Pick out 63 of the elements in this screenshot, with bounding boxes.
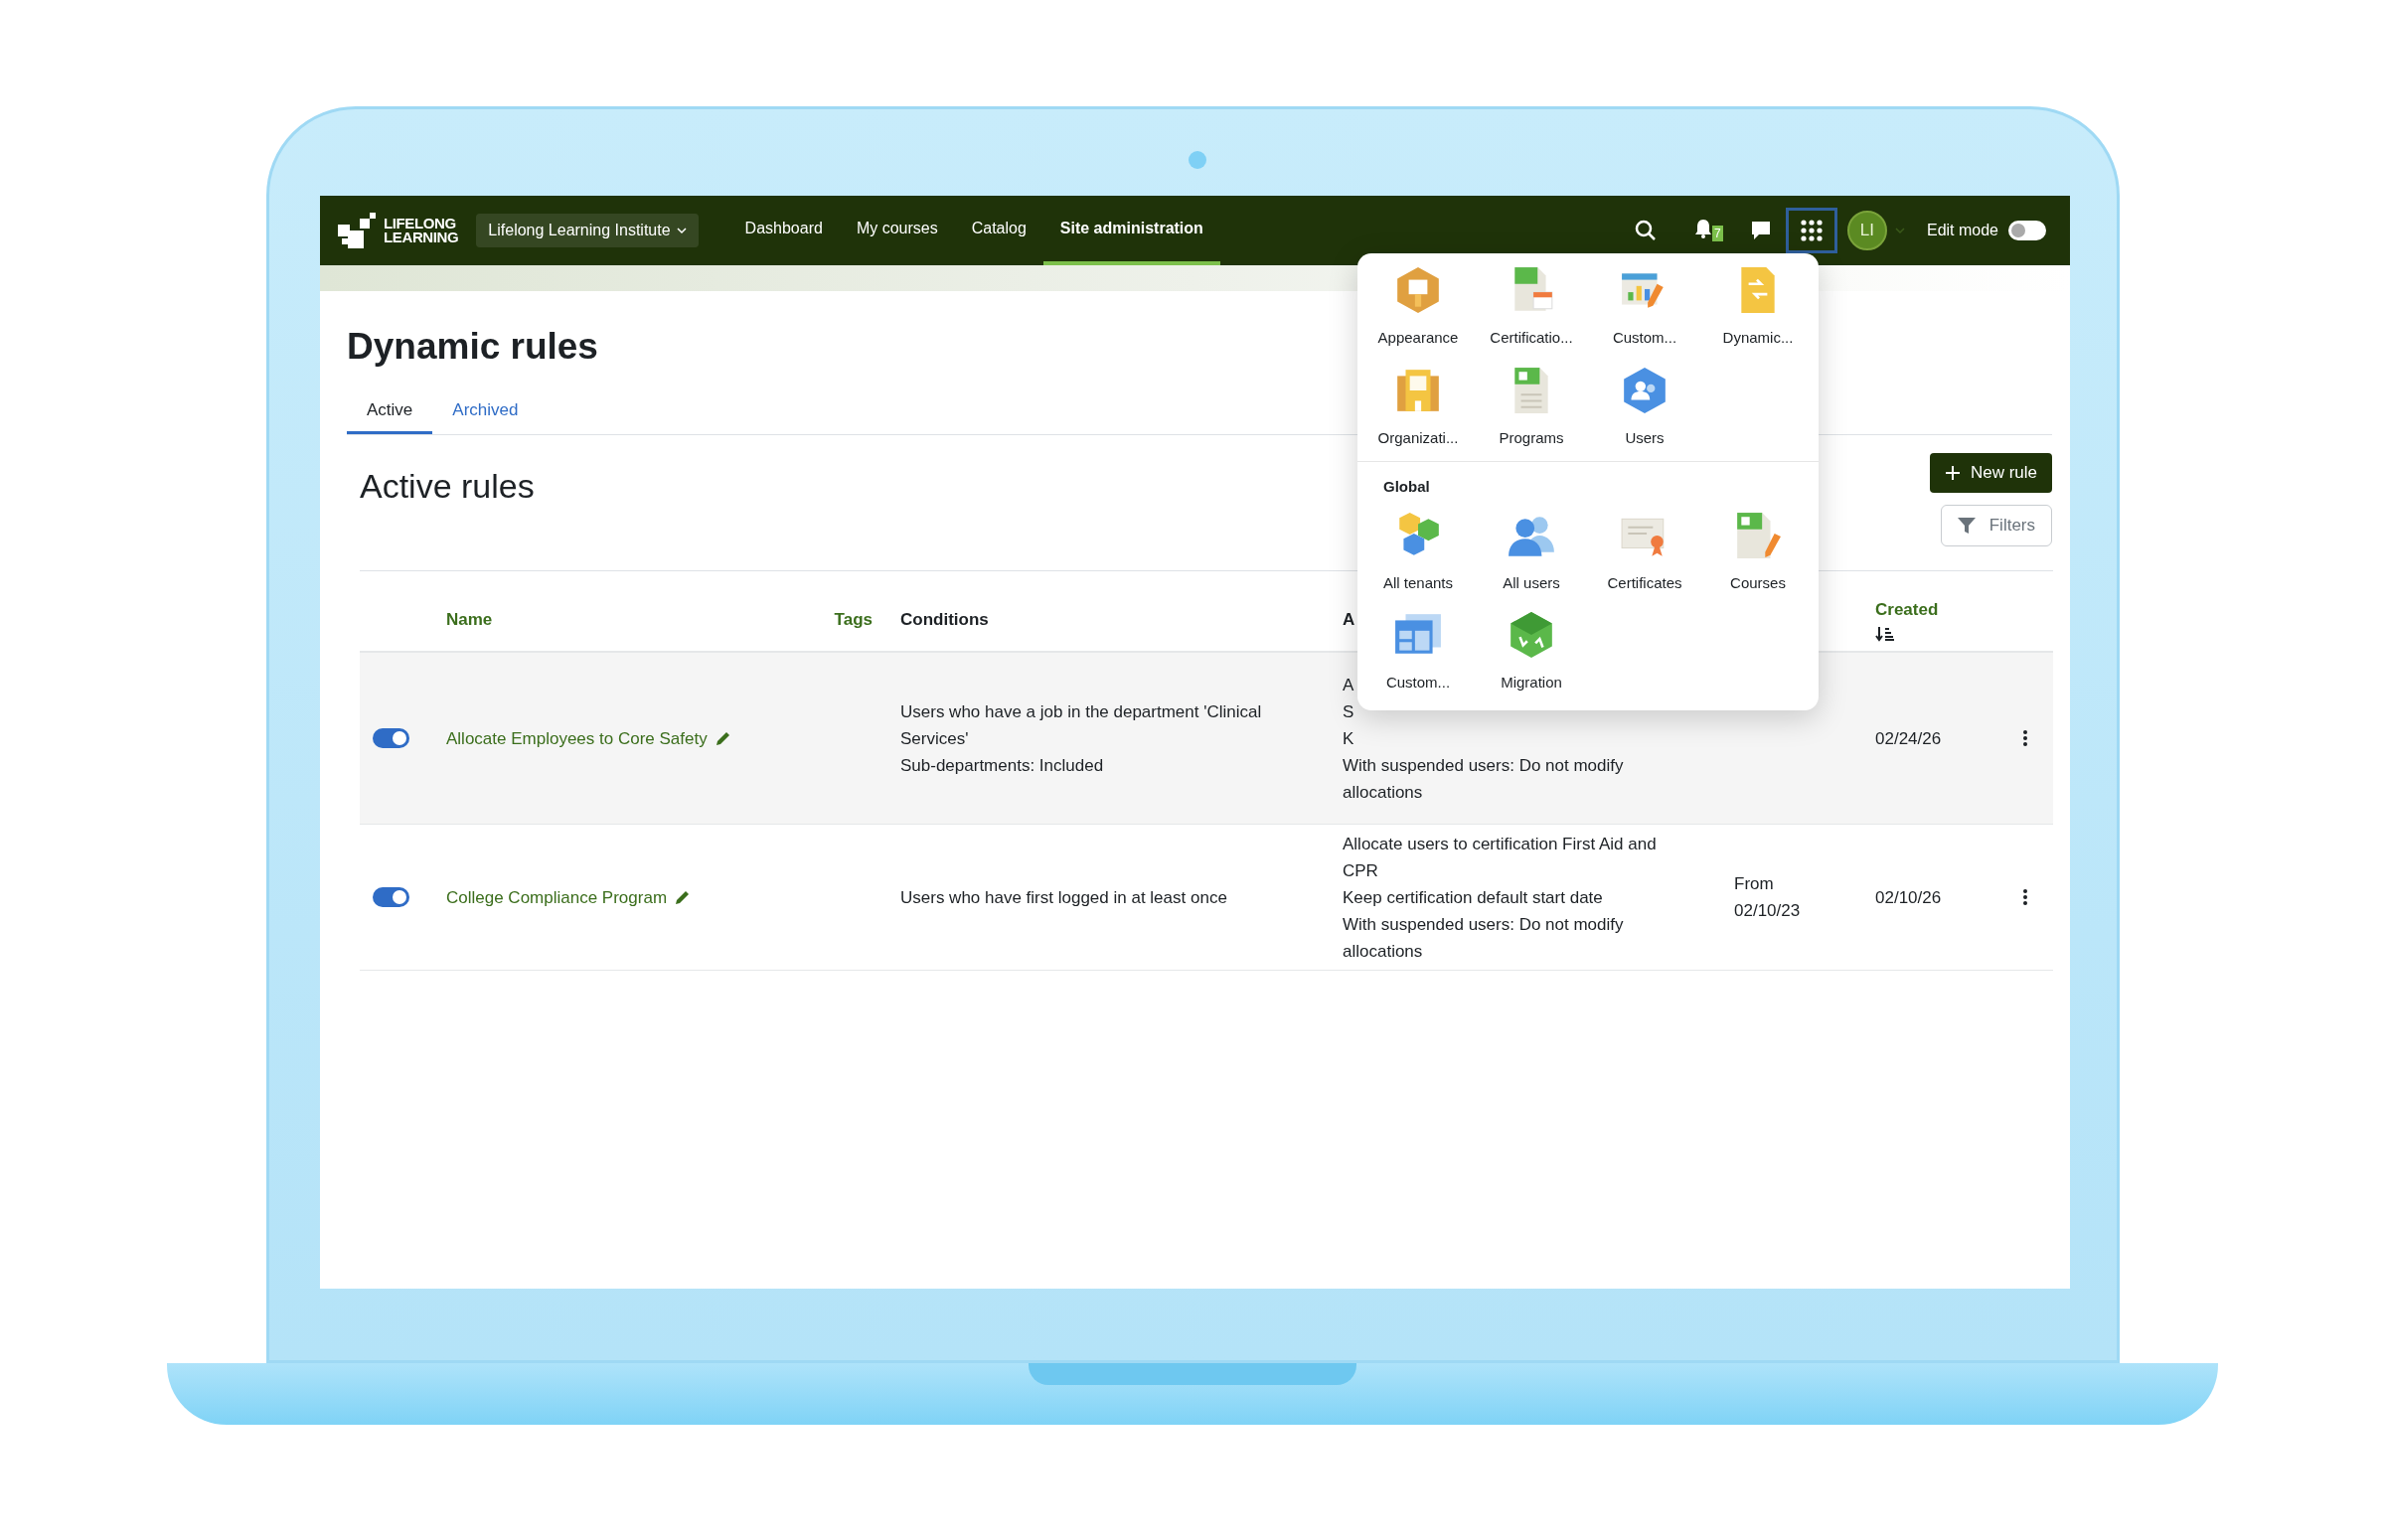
app-tile[interactable]: All tenants [1361, 510, 1475, 594]
app-tile[interactable]: Dynamic... [1701, 265, 1815, 350]
new-rule-button[interactable]: New rule [1929, 453, 2052, 493]
column-header[interactable]: Created [1875, 596, 1939, 623]
tenant-dropdown[interactable]: Lifelong Learning Institute [476, 214, 699, 247]
app-tile[interactable]: Certificatio... [1475, 265, 1588, 350]
action-text: Allocate users to certification First Aid and CPR [1343, 833, 1658, 882]
column-header[interactable]: Tags [834, 606, 873, 633]
tab[interactable]: Archived [432, 388, 539, 434]
sort-descending-icon[interactable] [1875, 626, 1895, 643]
app-tile[interactable]: All users [1475, 510, 1588, 594]
action-text: S [1343, 700, 1354, 723]
avatar[interactable]: LI [1846, 211, 1887, 250]
apps-grid-button[interactable] [1785, 208, 1837, 253]
edit-mode-toggle[interactable] [2008, 221, 2046, 240]
filter-icon [1957, 518, 1976, 534]
edit-mode-label: Edit mode [1926, 221, 1998, 240]
more-options-icon[interactable] [2022, 729, 2028, 747]
plus-icon [1944, 465, 1961, 481]
condition-text: Users who have first logged in at least once [900, 886, 1227, 909]
condition-text: Users who have a job in the department 'Clinical Services' [900, 700, 1263, 750]
filters-button[interactable]: Filters [1940, 505, 2052, 546]
app-tile[interactable]: Custom... [1588, 265, 1701, 350]
column-header: Conditions [900, 608, 989, 631]
rule-toggle[interactable] [373, 728, 409, 748]
tab[interactable]: Active [347, 388, 433, 434]
created-date: 02/24/26 [1874, 727, 1943, 750]
rule-toggle[interactable] [373, 887, 409, 907]
period-text: From 02/10/23 [1734, 874, 1801, 920]
page-title: Dynamic rules [347, 325, 598, 369]
created-date: 02/10/26 [1874, 886, 1943, 909]
chat-icon[interactable] [1749, 220, 1772, 241]
action-text: With suspended users: Do not modify [1343, 754, 1624, 777]
pencil-icon[interactable] [675, 889, 692, 905]
app-tile[interactable]: Appearance [1361, 265, 1475, 350]
column-header: A [1343, 608, 1355, 631]
grid-icon [1800, 220, 1823, 241]
action-text: With suspended users: Do not modify allocations [1343, 913, 1625, 963]
action-text: A [1343, 674, 1354, 696]
section-heading: Active rules [360, 466, 535, 507]
pencil-icon[interactable] [715, 730, 731, 746]
rule-name-link[interactable]: College Compliance Program [446, 883, 668, 911]
app-tile[interactable]: Courses [1701, 510, 1815, 594]
action-text: allocations [1343, 781, 1423, 804]
rule-name-link[interactable]: Allocate Employees to Core Safety [446, 724, 708, 752]
search-icon[interactable] [1634, 220, 1657, 241]
caret-icon [676, 227, 687, 234]
nav-link[interactable]: Catalog [954, 196, 1043, 265]
action-text: Keep certification default start date [1343, 886, 1603, 909]
action-text: K [1343, 727, 1354, 750]
app-tile[interactable]: Migration [1475, 610, 1588, 694]
app-tile[interactable]: Custom... [1361, 610, 1475, 694]
app-tile[interactable]: Users [1588, 365, 1701, 449]
nav-link[interactable]: My courses [839, 196, 955, 265]
app-tile[interactable]: Organizati... [1361, 365, 1475, 449]
column-header[interactable]: Name [446, 606, 493, 633]
nav-link[interactable]: Dashboard [727, 196, 840, 265]
app-tile[interactable]: Certificates [1588, 510, 1701, 594]
logo[interactable]: LIFELONG LEARNING [338, 213, 459, 248]
section-title: Global [1383, 477, 1430, 497]
condition-text: Sub-departments: Included [900, 754, 1104, 777]
more-options-icon[interactable] [2022, 888, 2028, 906]
app-tile[interactable]: Programs [1475, 365, 1588, 449]
